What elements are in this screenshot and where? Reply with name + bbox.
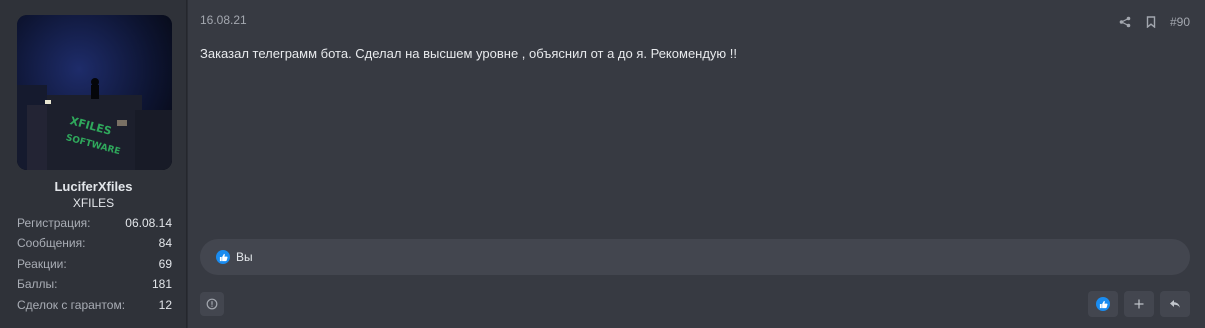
like-button[interactable] — [1088, 291, 1118, 317]
plus-icon — [1134, 299, 1144, 309]
reactions-bar[interactable]: Вы — [200, 239, 1190, 275]
stat-value: 06.08.14 — [125, 216, 172, 230]
reply-icon — [1170, 300, 1180, 308]
stat-row: Сделок с гарантом: 12 — [17, 297, 172, 317]
report-button[interactable] — [200, 292, 224, 316]
stat-label: Сообщения: — [17, 236, 86, 251]
avatar-image: XFILES SOFTWARE — [17, 15, 172, 170]
stat-row: Регистрация: 06.08.14 — [17, 215, 172, 235]
share-icon[interactable] — [1112, 14, 1138, 30]
post-number-link[interactable]: #90 — [1170, 15, 1190, 29]
post-date[interactable]: 16.08.21 — [200, 13, 247, 27]
stat-label: Реакции: — [17, 256, 67, 271]
post-body: 16.08.21 #90 Заказал телеграмм бота. Сде… — [188, 0, 1205, 328]
user-panel: XFILES SOFTWARE LuciferXfiles XFILES Рег… — [0, 0, 187, 328]
bottom-actions — [1088, 291, 1190, 317]
multiquote-button[interactable] — [1124, 291, 1154, 317]
stat-value[interactable]: 84 — [159, 235, 172, 255]
like-icon — [1096, 297, 1110, 311]
avatar[interactable]: XFILES SOFTWARE — [17, 15, 172, 170]
reply-button[interactable] — [1160, 291, 1190, 317]
user-stats: Регистрация: 06.08.14 Сообщения: 84 Реак… — [17, 215, 172, 317]
stat-row: Баллы: 181 — [17, 276, 172, 296]
stat-label: Баллы: — [17, 277, 58, 292]
bookmark-icon[interactable] — [1138, 14, 1164, 30]
stat-row: Реакции: 69 — [17, 256, 172, 276]
username-link[interactable]: LuciferXfiles — [0, 179, 187, 194]
stat-value: 181 — [151, 277, 172, 292]
stat-value: 12 — [158, 297, 172, 312]
report-icon — [206, 298, 218, 310]
stat-value: 69 — [158, 256, 172, 271]
reactions-summary[interactable]: Вы — [236, 250, 253, 264]
post-message: Заказал телеграмм бота. Сделал на высшем… — [200, 46, 738, 61]
stat-row: Сообщения: 84 — [17, 235, 172, 255]
stat-label: Регистрация: — [17, 216, 91, 230]
post-actions: #90 — [1112, 14, 1190, 30]
like-reaction-icon — [216, 250, 230, 264]
user-title: XFILES — [72, 196, 115, 210]
forum-post: XFILES SOFTWARE LuciferXfiles XFILES Рег… — [0, 0, 1205, 328]
stat-label: Сделок с гарантом: — [17, 297, 126, 312]
